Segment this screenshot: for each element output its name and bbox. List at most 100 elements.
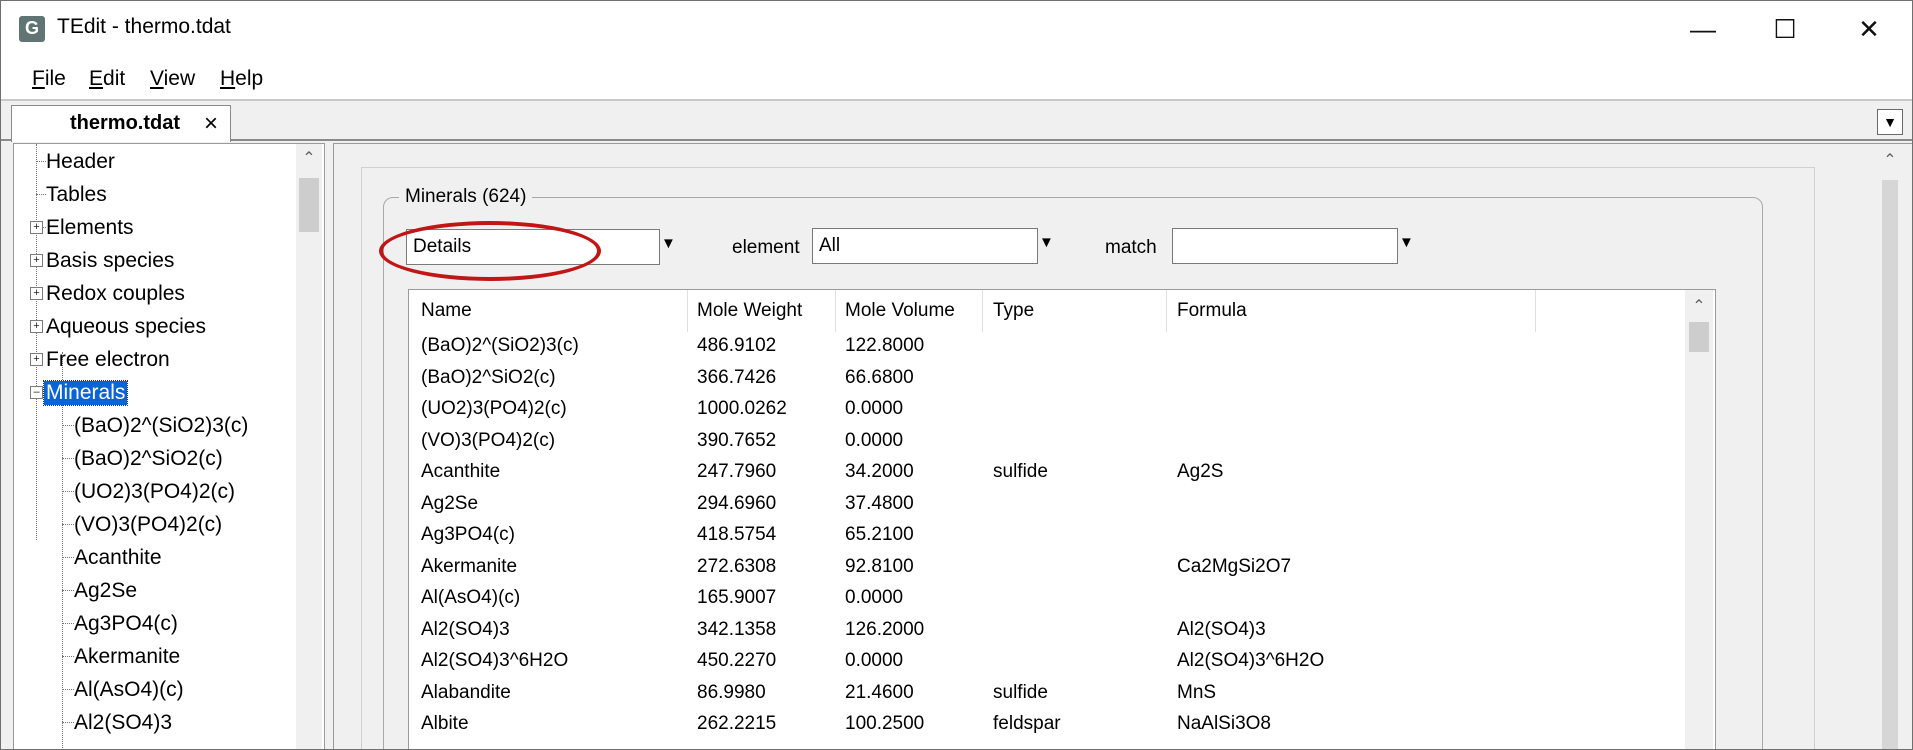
cell-mole-weight: 418.5754: [697, 524, 777, 545]
expand-icon[interactable]: +: [30, 353, 43, 366]
table-row[interactable]: Ag2Se 294.6960 37.4800: [409, 490, 1679, 520]
cell-formula: MnS: [1177, 681, 1217, 703]
content-scroll-thumb[interactable]: [1882, 180, 1898, 749]
table-row[interactable]: Akermanite 272.6308 92.8100 Ca2MgSi2O7: [409, 553, 1679, 583]
element-select-arrow-icon[interactable]: ▼: [1039, 234, 1054, 251]
table-row[interactable]: Ag3PO4(c) 418.5754 65.2100: [409, 521, 1679, 551]
cell-formula: Al2(SO4)3: [1177, 618, 1266, 640]
app-icon: G: [19, 16, 45, 42]
cell-formula: Ca2MgSi2O7: [1177, 555, 1292, 577]
highlight-oval: [379, 221, 601, 281]
table-row[interactable]: Albite 262.2215 100.2500 feldspar NaAlSi3O8: [409, 710, 1679, 740]
table-scroll-thumb[interactable]: [1689, 322, 1709, 352]
close-icon[interactable]: ✕: [1841, 7, 1897, 51]
column-header-mole-volume[interactable]: Mole Volume: [845, 300, 955, 322]
tree-scrollbar[interactable]: ⌃: [296, 144, 322, 749]
cell-mole-volume: 122.8000: [845, 335, 925, 356]
tree-scroll-thumb[interactable]: [299, 178, 319, 232]
scroll-up-icon[interactable]: ⌃: [298, 148, 320, 168]
table-row[interactable]: Acanthite 247.7960 34.2000 sulfide Ag2S: [409, 458, 1679, 488]
tab-list-dropdown-icon[interactable]: ▼: [1877, 109, 1903, 135]
table-row[interactable]: (UO2)3(PO4)2(c) 1000.0262 0.0000: [409, 395, 1679, 425]
cell-mole-volume: 100.2500: [845, 713, 925, 734]
cell-mole-weight: 486.9102: [697, 335, 777, 356]
tab-thermo-tdat[interactable]: thermo.tdat ×: [11, 105, 231, 142]
maximize-icon[interactable]: ☐: [1757, 7, 1813, 51]
tree-guide-line-children: [62, 352, 63, 749]
view-select-arrow-icon[interactable]: ▼: [661, 235, 676, 252]
title-bar: G TEdit - thermo.tdat — ☐ ✕: [1, 1, 1912, 59]
cell-name: Akermanite: [421, 555, 518, 577]
cell-mole-weight: 390.7652: [697, 429, 777, 451]
cell-type: sulfide: [993, 461, 1048, 482]
expand-icon[interactable]: +: [30, 221, 43, 234]
cell-mole-volume: 65.2100: [845, 524, 914, 545]
scroll-up-icon[interactable]: ⌃: [1879, 150, 1901, 170]
cell-name: Ag3PO4(c): [421, 524, 515, 545]
cell-type: feldspar: [993, 713, 1061, 734]
tab-close-icon[interactable]: ×: [204, 110, 218, 138]
column-header-type[interactable]: Type: [993, 300, 1034, 322]
cell-mole-weight: 262.2215: [697, 713, 777, 734]
content-scrollbar[interactable]: ⌃: [1870, 144, 1910, 749]
column-header-name[interactable]: Name: [421, 300, 472, 322]
cell-mole-weight: 294.6960: [697, 492, 777, 514]
minerals-group-label: Minerals (624): [399, 186, 533, 208]
expand-icon[interactable]: +: [30, 254, 43, 267]
menu-help[interactable]: Help: [220, 67, 263, 91]
cell-mole-weight: 366.7426: [697, 366, 777, 388]
cell-name: (VO)3(PO4)2(c): [421, 429, 556, 451]
cell-name: Al2(SO4)3: [421, 618, 510, 640]
table-row[interactable]: Al(AsO4)(c) 165.9007 0.0000: [409, 584, 1679, 614]
scroll-up-icon[interactable]: ⌃: [1688, 296, 1710, 316]
tab-label: thermo.tdat: [70, 112, 180, 134]
cell-type: sulfide: [993, 681, 1048, 703]
element-label: element: [732, 237, 800, 258]
cell-mole-volume: 92.8100: [845, 555, 914, 577]
cell-mole-volume: 66.6800: [845, 366, 914, 388]
menu-file[interactable]: File: [32, 67, 66, 91]
table-row[interactable]: Al2(SO4)3^6H2O 450.2270 0.0000 Al2(SO4)3^6H…: [409, 647, 1679, 677]
menu-bar: File Edit View Help: [1, 59, 1912, 101]
table-row[interactable]: (VO)3(PO4)2(c) 390.7652 0.0000: [409, 427, 1679, 457]
cell-mole-volume: 0.0000: [845, 650, 904, 671]
collapse-icon[interactable]: –: [30, 386, 43, 399]
table-row[interactable]: Al2(SO4)3 342.1358 126.2000 Al2(SO4)3: [409, 616, 1679, 646]
cell-formula: Al2(SO4)3^6H2O: [1177, 650, 1325, 671]
cell-mole-weight: 272.6308: [697, 555, 777, 577]
cell-mole-weight: 1000.0262: [697, 398, 787, 419]
match-select-arrow-icon[interactable]: ▼: [1399, 234, 1414, 251]
table-scrollbar[interactable]: ⌃: [1685, 290, 1713, 749]
table-row[interactable]: (BaO)2^(SiO2)3(c) 486.9102 122.8000: [409, 332, 1679, 362]
cell-name: Acanthite: [421, 461, 501, 482]
cell-mole-weight: 247.7960: [697, 461, 777, 482]
menu-edit[interactable]: Edit: [89, 67, 125, 91]
minerals-table: Name Mole Weight Mole Volume Type Formul…: [408, 289, 1716, 749]
column-header-formula[interactable]: Formula: [1177, 300, 1247, 322]
column-header-mole-weight[interactable]: Mole Weight: [697, 300, 802, 322]
cell-name: Ag2Se: [421, 492, 479, 514]
cell-formula: NaAlSi3O8: [1177, 713, 1271, 734]
element-select[interactable]: All: [812, 228, 1038, 264]
window-title: TEdit - thermo.tdat: [57, 15, 231, 38]
cell-name: (UO2)3(PO4)2(c): [421, 398, 567, 419]
cell-name: Albite: [421, 713, 469, 734]
cell-mole-weight: 342.1358: [697, 618, 777, 640]
tree-pane: Header Tables + Elements + Basis species…: [13, 143, 325, 749]
cell-name: Al(AsO4)(c): [421, 587, 521, 608]
cell-name: Al2(SO4)3^6H2O: [421, 650, 569, 671]
menu-view[interactable]: View: [150, 67, 195, 91]
expand-icon[interactable]: +: [30, 320, 43, 333]
cell-name: Alabandite: [421, 681, 511, 703]
cell-mole-weight: 86.9980: [697, 681, 766, 703]
match-input[interactable]: [1172, 228, 1398, 264]
cell-formula: Ag2S: [1177, 461, 1224, 482]
table-row[interactable]: (BaO)2^SiO2(c) 366.7426 66.6800: [409, 364, 1679, 394]
cell-name: (BaO)2^SiO2(c): [421, 366, 556, 388]
tree-guide-line: [36, 144, 37, 540]
expand-icon[interactable]: +: [30, 287, 43, 300]
cell-mole-weight: 450.2270: [697, 650, 777, 671]
cell-mole-volume: 126.2000: [845, 618, 925, 640]
minimize-icon[interactable]: —: [1675, 7, 1731, 51]
table-row[interactable]: Alabandite 86.9980 21.4600 sulfide MnS: [409, 679, 1679, 709]
